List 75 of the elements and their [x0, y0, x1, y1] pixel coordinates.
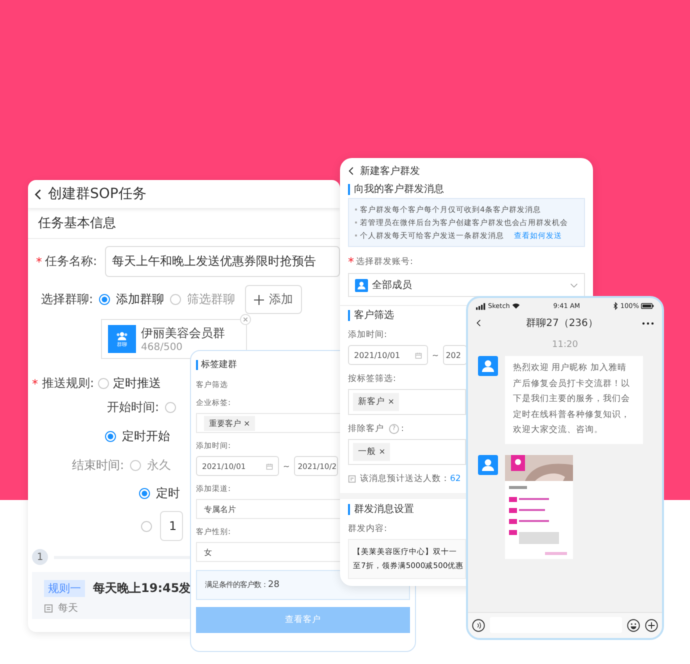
more-icon[interactable]	[642, 322, 654, 324]
gender-field[interactable]: 女	[196, 542, 341, 562]
plus-icon[interactable]	[645, 618, 658, 632]
plus-icon	[254, 294, 264, 304]
task-name-field[interactable]: 每天上午和晚上发送优惠券限时抢预告	[105, 246, 340, 277]
radio-label[interactable]: 定时推送	[113, 375, 162, 392]
add-button[interactable]: 添加	[245, 285, 302, 314]
range-separator: ~	[432, 350, 439, 360]
tag-chip[interactable]: 重要客户 ×	[204, 416, 256, 430]
required-mark: *	[36, 254, 42, 268]
radio-label[interactable]: 添加群聊	[116, 291, 164, 308]
member-count: 468/500	[141, 342, 184, 353]
people-icon	[115, 330, 129, 340]
back-icon[interactable]	[476, 318, 482, 328]
avatar-icon	[478, 356, 498, 376]
field-label: 选择群发账号:	[356, 256, 413, 268]
section-title: 向我的客户群发消息	[348, 184, 585, 195]
radio-button[interactable]	[141, 520, 152, 532]
required-mark: *	[348, 255, 354, 269]
step-number: 1	[32, 549, 48, 565]
number-field[interactable]: 1	[160, 511, 183, 541]
rule-title: 每天晚上19:45发	[93, 580, 192, 597]
range-separator: ~	[283, 462, 290, 470]
radio-button[interactable]	[139, 488, 150, 499]
tag-field[interactable]: 新客户 ×	[348, 389, 466, 415]
tag-field[interactable]: 一般 ×	[348, 439, 466, 465]
tag-field[interactable]: 重要客户 ×	[196, 413, 341, 433]
group-name: 伊丽美容会员群	[141, 325, 225, 342]
avatar-icon	[355, 278, 368, 292]
radio-button[interactable]	[165, 402, 176, 413]
field-label: 选择群聊:	[41, 291, 94, 308]
emoji-icon[interactable]	[627, 618, 640, 632]
field-label: 结束时间:	[72, 457, 124, 474]
radio-button[interactable]	[98, 378, 110, 389]
wifi-icon	[512, 303, 520, 309]
calendar-icon	[415, 352, 422, 358]
radio-label[interactable]: 定时	[156, 485, 180, 502]
message-time: 11:20	[551, 340, 579, 350]
tag-chip[interactable]: 新客户 ×	[353, 393, 400, 411]
radio-button[interactable]	[105, 431, 116, 442]
tag-chip[interactable]: 一般 ×	[353, 443, 390, 461]
field-label: 群发内容:	[348, 523, 387, 535]
window-title: 创建群SOP任务	[48, 185, 146, 203]
field-label: 添加时间:	[348, 329, 387, 341]
radio-button[interactable]	[130, 460, 142, 471]
required-mark: *	[32, 376, 38, 390]
radio-button[interactable]	[99, 294, 110, 305]
section-title: 任务基本信息	[28, 208, 340, 239]
avatar-icon	[478, 454, 498, 475]
close-icon[interactable]	[240, 314, 251, 325]
field-label: 按标签筛选:	[348, 373, 396, 385]
message-bubble: 热烈欢迎 用户昵称 加入雅晴产后修复会员打卡交流群！以下是我们主要的服务，我们会定时在线科普各种修复知识，欢迎大家交流、咨询。	[505, 356, 643, 444]
battery-icon	[641, 303, 654, 309]
date-field[interactable]: 2021/10/01	[348, 345, 428, 365]
calendar-icon	[266, 462, 273, 470]
frequency-text: 每天	[58, 602, 78, 615]
window-title: 新建客户群发	[360, 164, 420, 178]
field-label: 排除客户	[348, 423, 384, 435]
calendar-icon	[44, 604, 53, 612]
chevron-down-icon	[570, 282, 578, 288]
voice-icon[interactable]	[472, 618, 485, 632]
field-label: 推送规则:	[42, 375, 94, 392]
estimate-text: 该消息预计送达人数：62	[360, 473, 461, 485]
document-icon	[348, 475, 356, 483]
field-label: 开始时间:	[107, 399, 160, 416]
back-icon[interactable]	[348, 166, 355, 176]
signal-icon	[476, 302, 486, 310]
channel-field[interactable]: 专属名片	[196, 499, 341, 519]
rule-tag: 规则一	[44, 580, 85, 597]
field-label: 任务名称:	[45, 253, 98, 270]
radio-button[interactable]	[170, 294, 182, 305]
bluetooth-icon	[613, 302, 618, 310]
radio-label[interactable]: 定时开始	[122, 428, 170, 445]
back-icon[interactable]	[34, 188, 43, 200]
label-colon: :	[401, 424, 404, 434]
